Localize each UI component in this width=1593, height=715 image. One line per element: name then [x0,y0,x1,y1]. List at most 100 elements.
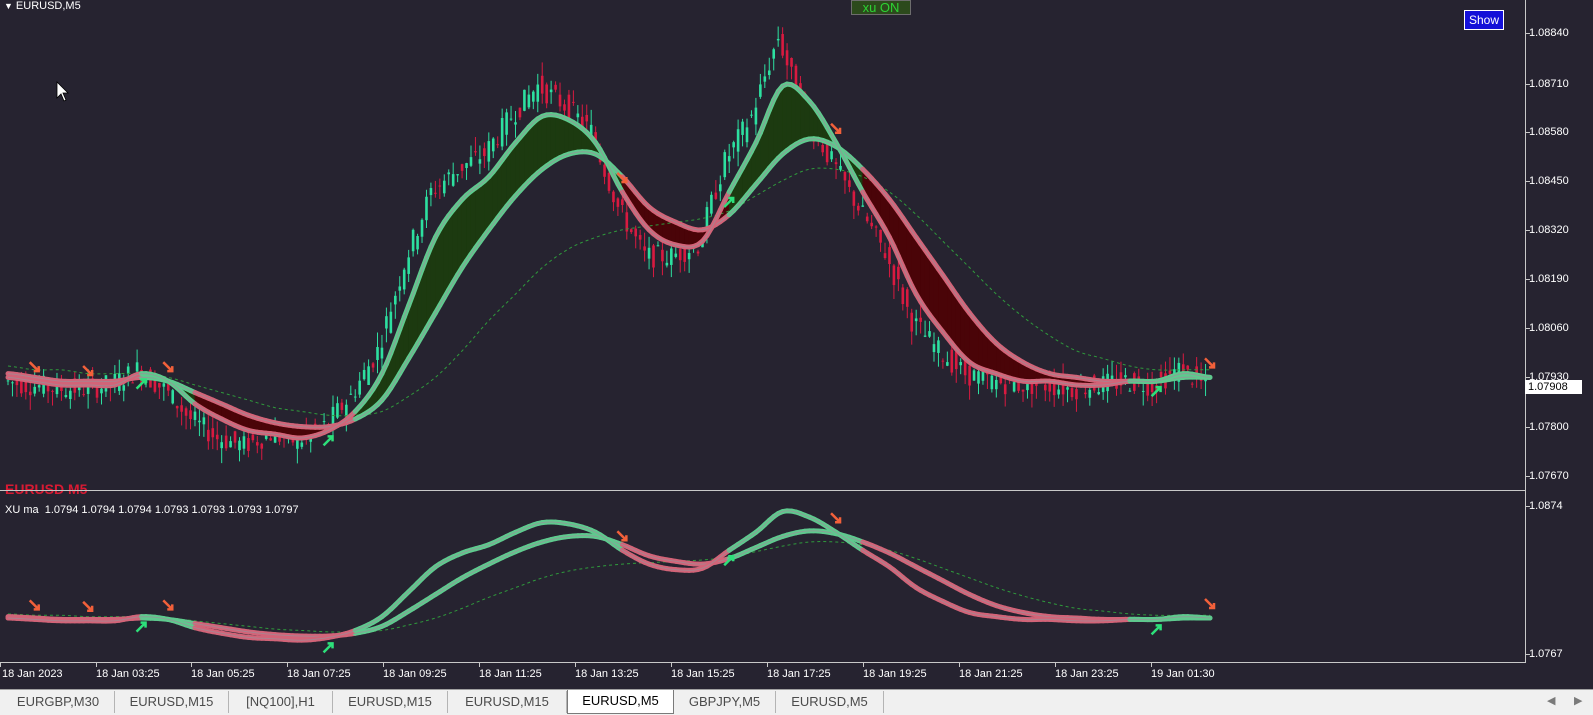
candle-body [260,443,264,449]
candle-body [1124,375,1127,378]
candle-body [300,442,304,447]
candle-body [171,390,175,404]
time-label: 18 Jan 09:25 [383,668,447,680]
candle-body [839,165,842,170]
candle-body [229,441,232,448]
price-label: 1.08710 [1529,78,1569,90]
candle-body [411,229,415,252]
time-label: 18 Jan 21:25 [959,668,1023,680]
candle-body [398,286,402,291]
candle-body [954,351,958,370]
indicator-label: XU ma 1.0794 1.0794 1.0794 1.0793 1.0793… [5,504,299,516]
candle-body [518,107,522,118]
candle-body [46,385,50,392]
candle-body [883,253,887,258]
menu-triangle-icon[interactable]: ▼ [4,1,13,11]
candle-body [496,144,500,146]
tab-eurusd-m5-active[interactable]: EURUSD,M5 [567,690,674,714]
time-label: 18 Jan 17:25 [767,668,831,680]
candle-body [727,156,731,162]
candle-body [451,174,455,186]
time-label: 18 Jan 15:25 [671,668,735,680]
candle-body [1012,382,1016,392]
candle-body [527,94,531,108]
candle-body [852,191,856,206]
ma-cloud-segment [528,121,534,183]
price-label: 1.08580 [1529,126,1569,138]
candle-body [238,440,241,451]
candle-body [914,318,918,322]
candle-body [977,371,980,384]
candle-body [416,235,419,250]
candle-body [162,383,166,387]
candle-body [491,138,495,152]
candle-body [950,349,954,373]
tab-eurusd-m5[interactable]: EURUSD,M5 [776,691,884,713]
tab-eurusd-m15[interactable]: EURUSD,M15 [115,691,229,713]
arrow-down-icon [1204,357,1216,369]
candle-body [643,246,646,251]
ma-cloud-segment [452,203,458,284]
candle-body [540,75,544,94]
candle-body [549,89,553,93]
price-label: 1.08060 [1529,322,1569,334]
candle-body [1186,365,1190,370]
candle-body [897,266,900,280]
candle-body [514,122,517,125]
candle-body [1084,392,1087,395]
xu-toggle-button[interactable]: xu ON [851,0,911,15]
candle-body [861,205,865,207]
show-button[interactable]: Show [1464,10,1504,30]
chart-window[interactable]: ▼ EURUSD,M5 xu ON Show EURUSD M5 XU ma 1.… [0,0,1593,689]
candle-body [554,84,557,90]
candle-body [402,269,406,290]
scroll-left-icon[interactable]: ◀ [1547,694,1555,707]
candle-body [1088,389,1092,398]
candle-body [736,129,740,152]
ma-cloud-segment [510,141,516,202]
price-chart[interactable] [0,0,1526,662]
candle-body [1043,384,1047,391]
candle-body [928,331,931,337]
tab-eurgbp-m30[interactable]: EURGBP,M30 [2,691,115,713]
ma-cloud-segment [555,114,561,161]
candle-body [362,369,366,380]
candle-body [848,180,851,187]
price-axis[interactable]: 1.08840 1.08710 1.08580 1.08450 1.08320 … [1526,0,1593,662]
candle-body [256,442,259,446]
candle-body [95,386,99,398]
candle-body [483,148,486,157]
candle-body [447,172,451,175]
time-axis[interactable]: 18 Jan 2023 18 Jan 03:25 18 Jan 05:25 18… [0,663,1526,687]
candle-body [389,311,393,333]
candle-body [126,366,130,374]
candle-body [438,185,442,187]
candle-body [696,251,700,254]
candle-body [687,253,691,260]
candle-body [683,248,686,262]
tab-nq100-h1[interactable]: [NQ100],H1 [229,691,333,713]
candle-body [995,379,998,390]
scroll-right-icon[interactable]: ▶ [1574,694,1582,707]
price-label: 1.08190 [1529,273,1569,285]
candle-body [175,405,179,409]
price-label: 1.08450 [1529,175,1569,187]
symbol-watermark: EURUSD M5 [5,481,88,497]
candle-body [122,385,126,391]
candle-body [1097,392,1101,395]
candle-body [1070,388,1074,398]
tab-gbpjpy-m5[interactable]: GBPJPY,M5 [674,691,776,713]
candle-body [937,340,940,353]
subwindow-divider[interactable] [0,490,1526,491]
candle-body [603,164,606,177]
tab-eurusd-m15[interactable]: EURUSD,M15 [333,691,448,713]
candle-body [874,226,878,228]
candle-body [425,196,428,221]
candle-body [166,383,170,391]
candle-body [358,380,361,395]
mouse-cursor-icon [56,81,69,102]
tab-eurusd-m15[interactable]: EURUSD,M15 [448,691,567,713]
candle-body [1159,371,1163,378]
arrow-down-icon [616,530,628,542]
candle-body [572,101,575,103]
